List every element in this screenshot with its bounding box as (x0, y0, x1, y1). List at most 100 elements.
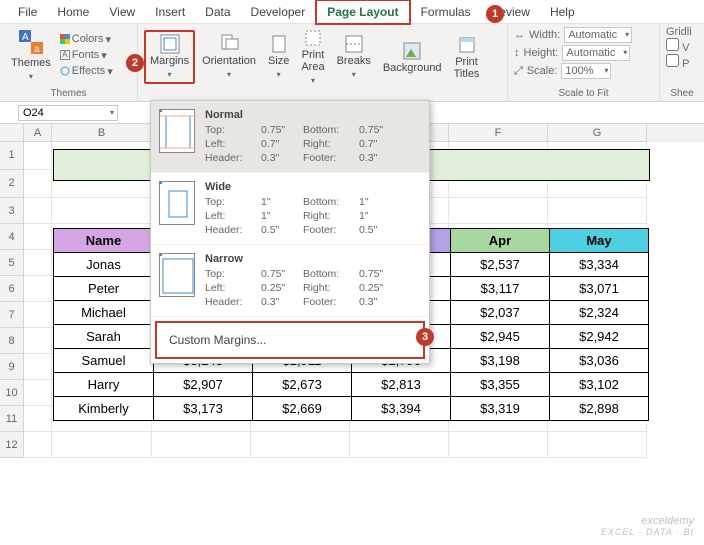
cell[interactable] (24, 250, 52, 276)
colors-button[interactable]: Colors ▾ (58, 32, 115, 47)
cell[interactable] (449, 432, 548, 458)
col-header-b[interactable]: B (52, 124, 152, 142)
orientation-button[interactable]: Orientation (197, 32, 261, 82)
tab-help[interactable]: Help (540, 1, 585, 23)
table-cell[interactable]: $3,117 (451, 277, 550, 301)
themes-button[interactable]: Aa Themes (6, 26, 56, 84)
margins-button[interactable]: Margins (144, 30, 195, 84)
table-cell-name[interactable]: Peter (54, 277, 154, 301)
cell[interactable] (548, 432, 647, 458)
cell[interactable] (24, 224, 52, 250)
background-button[interactable]: Background (378, 39, 447, 76)
table-cell[interactable]: $2,673 (253, 373, 352, 397)
effects-button[interactable]: Effects ▾ (58, 64, 115, 79)
cell[interactable] (152, 432, 251, 458)
cell[interactable] (24, 432, 52, 458)
table-cell[interactable]: $3,198 (451, 349, 550, 373)
table-cell[interactable]: $2,669 (253, 397, 352, 421)
row-header-8[interactable]: 8 (0, 328, 24, 354)
table-cell[interactable]: $3,334 (550, 253, 649, 277)
cell[interactable] (350, 432, 449, 458)
row-header-1[interactable]: 1 (0, 142, 24, 170)
gridlines-view-check[interactable] (666, 38, 679, 51)
cell[interactable] (24, 406, 52, 432)
table-cell[interactable]: $2,813 (352, 373, 451, 397)
fonts-button[interactable]: AFonts ▾ (58, 48, 115, 63)
margins-normal-icon (159, 109, 195, 153)
table-cell[interactable]: $2,037 (451, 301, 550, 325)
row-header-5[interactable]: 5 (0, 250, 24, 276)
gridlines-print-check[interactable] (666, 54, 679, 67)
size-icon (269, 34, 289, 54)
table-cell[interactable]: $3,102 (550, 373, 649, 397)
print-titles-button[interactable]: Print Titles (449, 33, 485, 82)
table-cell-name[interactable]: Kimberly (54, 397, 154, 421)
tab-developer[interactable]: Developer (241, 1, 316, 23)
tab-formulas[interactable]: Formulas (411, 1, 481, 23)
name-box[interactable]: O24 (18, 105, 118, 121)
tab-view[interactable]: View (99, 1, 145, 23)
cell[interactable] (251, 432, 350, 458)
row-header-12[interactable]: 12 (0, 432, 24, 458)
margins-narrow-option[interactable]: Narrow Top:0.75"Bottom:0.75" Left:0.25"R… (151, 245, 429, 317)
tab-home[interactable]: Home (47, 1, 99, 23)
table-cell[interactable]: $3,355 (451, 373, 550, 397)
cell[interactable] (24, 380, 52, 406)
group-scale-label: Scale to Fit (514, 87, 653, 99)
cell[interactable] (24, 276, 52, 302)
row-header-9[interactable]: 9 (0, 354, 24, 380)
group-scale-to-fit: ↔Width:Automatic ↕Height:Automatic ⤢Scal… (508, 24, 660, 101)
row-header-11[interactable]: 11 (0, 406, 24, 432)
col-header-f[interactable]: F (449, 124, 548, 142)
table-cell[interactable]: $2,907 (154, 373, 253, 397)
table-cell[interactable]: $3,319 (451, 397, 550, 421)
select-all-corner[interactable] (0, 124, 24, 142)
breaks-button[interactable]: Breaks (332, 32, 376, 82)
custom-margins-option[interactable]: Custom Margins... 3 (155, 321, 425, 359)
margins-wide-option[interactable]: Wide Top:1"Bottom:1" Left:1"Right:1" Hea… (151, 173, 429, 245)
table-cell[interactable]: $3,036 (550, 349, 649, 373)
normal-title: Normal (205, 109, 395, 121)
table-cell[interactable]: $2,942 (550, 325, 649, 349)
print-area-button[interactable]: Print Area (296, 26, 329, 88)
table-cell-name[interactable]: Samuel (54, 349, 154, 373)
row-header-10[interactable]: 10 (0, 380, 24, 406)
col-header-g[interactable]: G (548, 124, 647, 142)
cell[interactable] (24, 198, 52, 224)
cell[interactable] (24, 142, 52, 170)
height-icon: ↕ (514, 47, 520, 59)
row-header-4[interactable]: 4 (0, 224, 24, 250)
cell[interactable] (52, 432, 152, 458)
tab-page-layout[interactable]: Page Layout (315, 0, 410, 25)
scale-combo[interactable]: 100% (561, 63, 611, 79)
height-combo[interactable]: Automatic (562, 45, 630, 61)
row-header-7[interactable]: 7 (0, 302, 24, 328)
tab-file[interactable]: File (8, 1, 47, 23)
width-combo[interactable]: Automatic (564, 27, 632, 43)
tab-data[interactable]: Data (195, 1, 240, 23)
col-header-a[interactable]: A (24, 124, 52, 142)
table-cell-name[interactable]: Jonas (54, 253, 154, 277)
effects-label: Effects (72, 65, 105, 77)
row-header-2[interactable]: 2 (0, 170, 24, 198)
cell[interactable] (24, 328, 52, 354)
row-header-3[interactable]: 3 (0, 198, 24, 224)
table-cell[interactable]: $2,537 (451, 253, 550, 277)
cell[interactable] (24, 302, 52, 328)
table-cell[interactable]: $3,173 (154, 397, 253, 421)
table-cell[interactable]: $2,945 (451, 325, 550, 349)
table-cell-name[interactable]: Sarah (54, 325, 154, 349)
table-cell-name[interactable]: Michael (54, 301, 154, 325)
cell[interactable] (24, 170, 52, 198)
cell[interactable] (24, 354, 52, 380)
row-header-6[interactable]: 6 (0, 276, 24, 302)
margins-normal-option[interactable]: Normal Top:0.75"Bottom:0.75" Left:0.7"Ri… (151, 101, 429, 173)
table-cell[interactable]: $2,898 (550, 397, 649, 421)
table-cell-name[interactable]: Harry (54, 373, 154, 397)
size-button[interactable]: Size (263, 32, 294, 82)
table-cell[interactable]: $3,071 (550, 277, 649, 301)
table-cell[interactable]: $2,324 (550, 301, 649, 325)
table-cell[interactable]: $3,394 (352, 397, 451, 421)
background-icon (402, 41, 422, 61)
tab-insert[interactable]: Insert (145, 1, 195, 23)
